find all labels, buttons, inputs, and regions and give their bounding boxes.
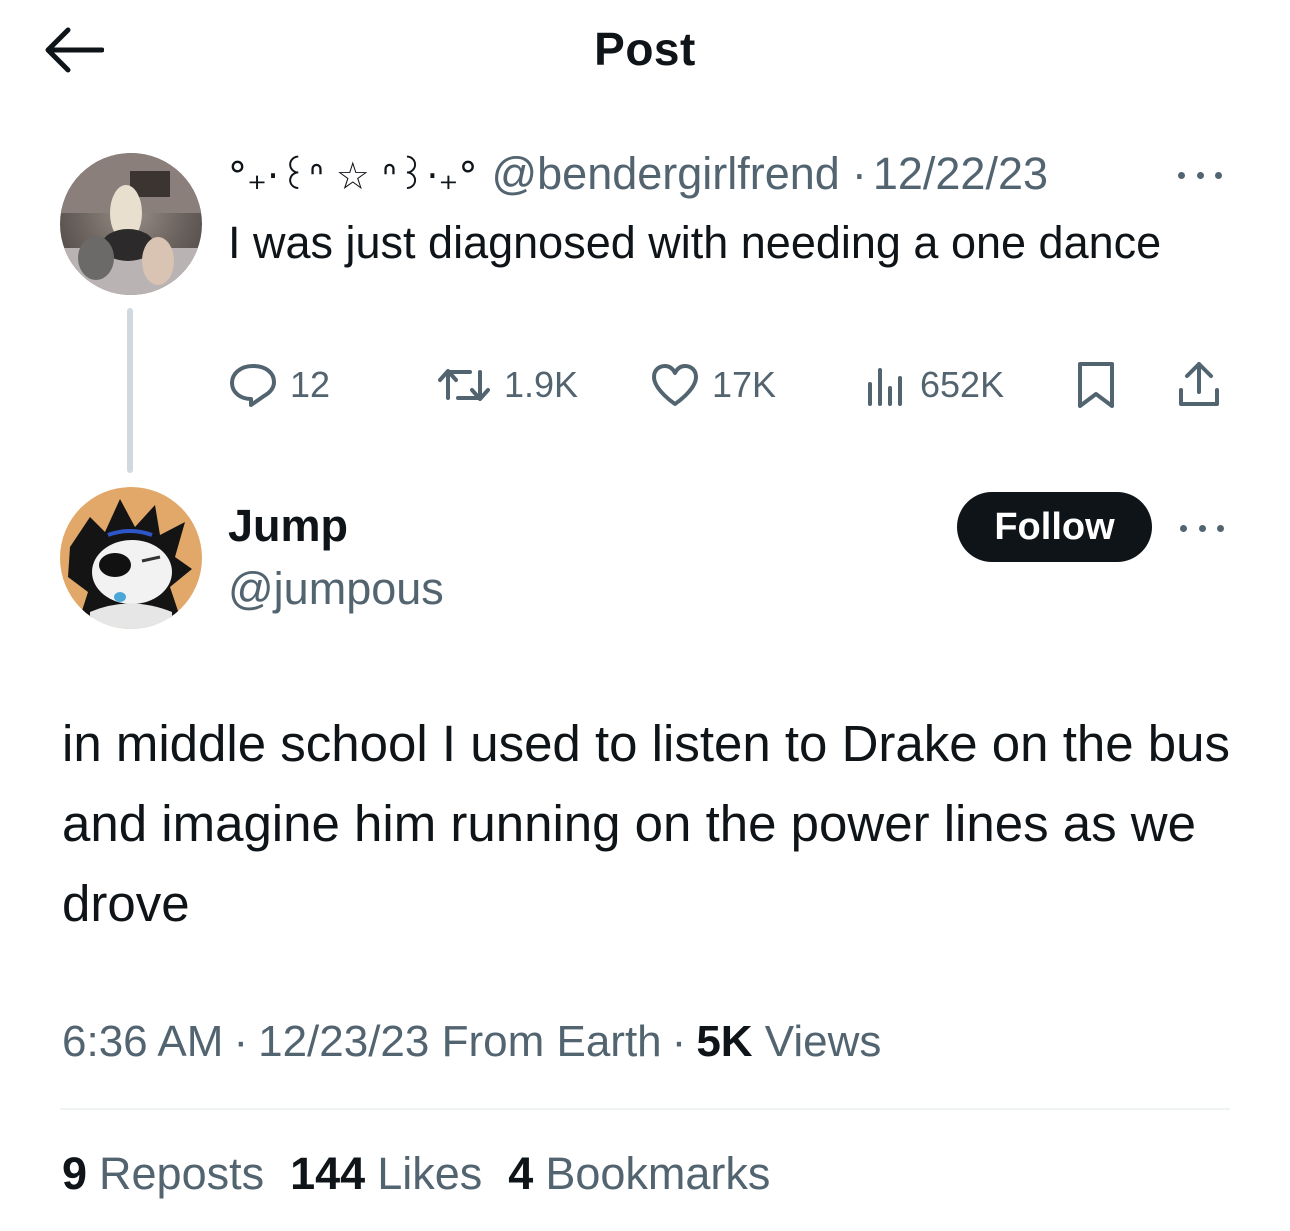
likes-label: Likes — [377, 1148, 483, 1199]
reposts-count: 9 — [62, 1148, 88, 1199]
views-count: 652K — [920, 364, 1005, 405]
views-label: Views — [764, 1017, 882, 1066]
post-location: From Earth — [441, 1017, 662, 1066]
more-dot-icon — [1198, 524, 1206, 532]
parent-avatar[interactable] — [60, 153, 202, 295]
separator-dot: · — [671, 1017, 687, 1066]
repost-count: 1.9K — [504, 364, 579, 405]
reply-icon — [230, 364, 276, 407]
post-more-button[interactable] — [1180, 513, 1224, 543]
post-time[interactable]: 6:36 AM — [62, 1017, 223, 1066]
bookmarks-label: Bookmarks — [545, 1148, 771, 1199]
post-date[interactable]: 12/23/23 — [258, 1017, 429, 1066]
post-stats: 9 Reposts 144 Likes 4 Bookmarks — [62, 1148, 796, 1200]
page-title: Post — [594, 23, 696, 75]
heart-icon — [652, 364, 698, 406]
avatar-image — [68, 499, 192, 629]
share-button[interactable] — [1176, 355, 1222, 415]
more-dot-icon — [1180, 524, 1187, 532]
more-dot-icon — [1215, 171, 1222, 179]
repost-icon — [438, 369, 490, 401]
reposts-stat[interactable]: 9 Reposts — [62, 1148, 264, 1200]
reply-button[interactable]: 12 — [228, 355, 330, 415]
parent-more-button[interactable] — [1178, 160, 1222, 190]
bookmarks-stat[interactable]: 4 Bookmarks — [508, 1148, 770, 1200]
parent-display-name[interactable]: °₊·꒰ᐢ ☆ ᐢ꒱·₊° — [228, 149, 477, 199]
more-dot-icon — [1178, 171, 1185, 179]
parent-post-header: °₊·꒰ᐢ ☆ ᐢ꒱·₊° @bendergirlfrend · 12/22/2… — [228, 148, 1048, 200]
repost-button[interactable]: 1.9K — [436, 355, 578, 415]
post-meta: 6:36 AM · 12/23/23 From Earth · 5K Views — [62, 1017, 881, 1067]
follow-button[interactable]: Follow — [957, 492, 1152, 562]
separator-dot: · — [233, 1017, 249, 1066]
divider — [60, 1108, 1230, 1110]
like-button[interactable]: 17K — [650, 355, 776, 415]
like-count: 17K — [712, 364, 777, 405]
likes-count: 144 — [290, 1148, 366, 1199]
avatar-image — [60, 153, 202, 295]
reply-count: 12 — [290, 364, 331, 405]
parent-handle[interactable]: @bendergirlfrend — [491, 148, 839, 200]
views-total: 5K — [696, 1017, 753, 1066]
bookmark-icon — [1078, 362, 1114, 408]
share-icon — [1179, 362, 1219, 406]
bookmarks-count: 4 — [508, 1148, 534, 1199]
views-button[interactable]: 652K — [864, 355, 1004, 415]
separator-dot: · — [851, 148, 867, 199]
author-handle[interactable]: @jumpous — [228, 563, 444, 615]
bookmark-button[interactable] — [1074, 355, 1118, 415]
more-dot-icon — [1217, 524, 1224, 532]
likes-stat[interactable]: 144 Likes — [290, 1148, 482, 1200]
more-dot-icon — [1196, 171, 1204, 179]
analytics-icon — [868, 368, 902, 406]
author-display-name[interactable]: Jump — [228, 500, 348, 552]
post-text: in middle school I used to listen to Dra… — [62, 715, 1230, 932]
parent-action-bar: 12 1.9K 17K 652K — [228, 355, 1228, 415]
reposts-label: Reposts — [99, 1148, 265, 1199]
parent-post-text: I was just diagnosed with needing a one … — [228, 217, 1162, 268]
parent-date[interactable]: 12/22/23 — [873, 148, 1048, 200]
thread-line — [127, 308, 133, 473]
author-avatar[interactable] — [60, 487, 202, 629]
top-bar: Post — [0, 0, 1290, 100]
